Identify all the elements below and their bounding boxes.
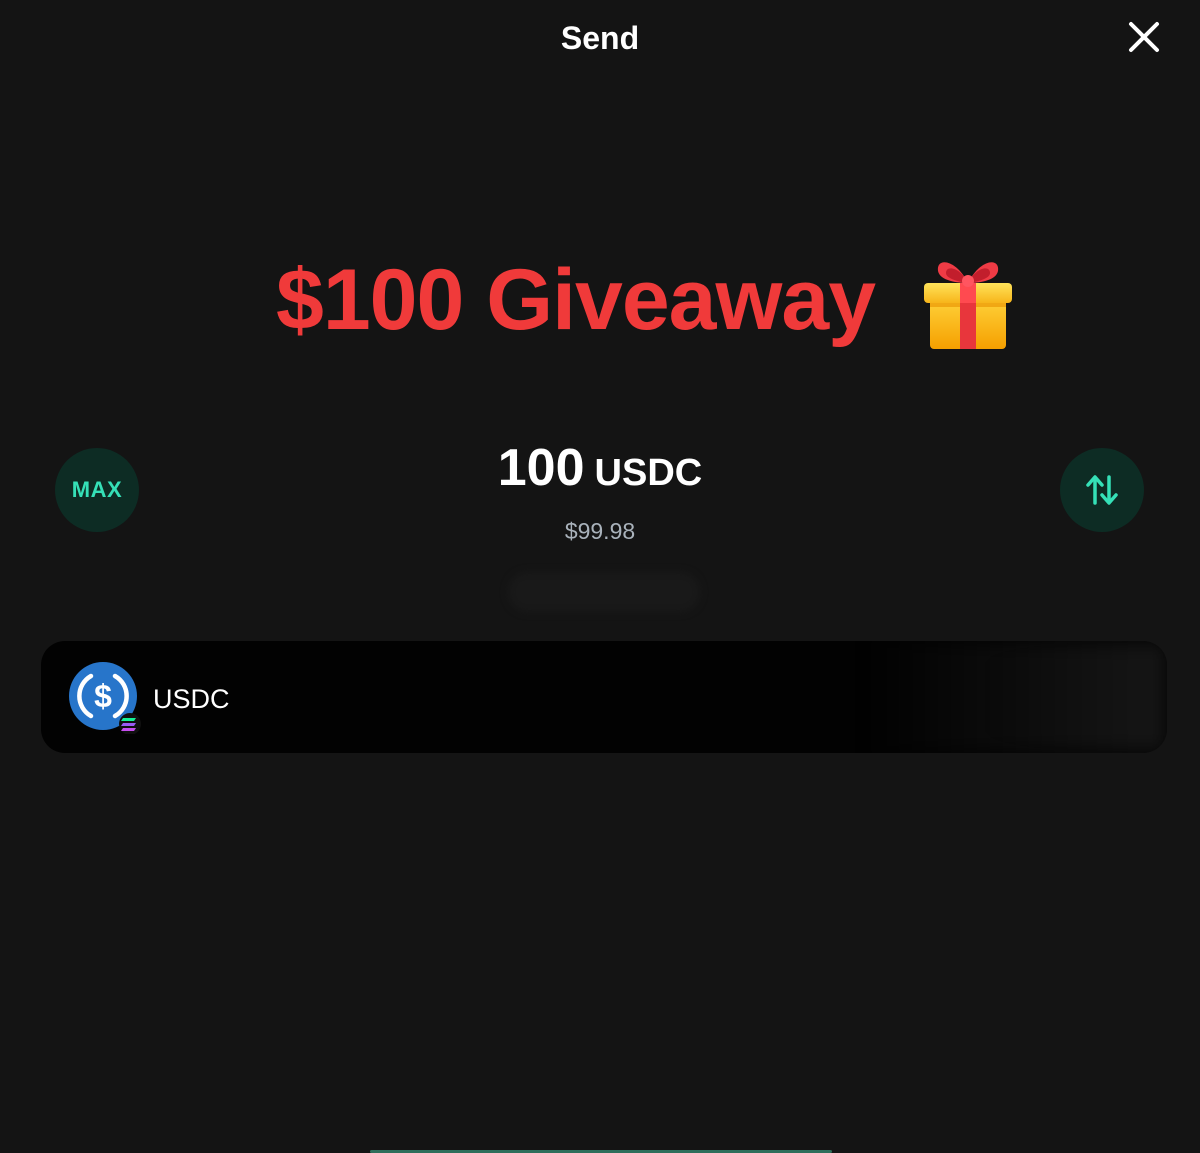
close-button[interactable] [1122,18,1166,58]
giveaway-banner: $100 Giveaway [270,245,1030,355]
svg-text:$: $ [94,678,112,714]
solana-badge-icon [119,713,141,734]
blurred-balance-area [867,641,1167,753]
giveaway-text: $100 Giveaway [276,252,876,348]
swap-currency-button[interactable] [1060,448,1144,532]
amount-display[interactable]: 100 USDC [0,438,1200,498]
page-title: Send [560,20,640,56]
amount-value: 100 [497,439,585,497]
swap-arrows-icon [1086,475,1118,505]
send-screen: Send $100 Giveaway MAX 100 USDC $99.98 $… [0,0,1200,1153]
fiat-value: $99.98 [564,518,636,544]
gift-icon [924,262,1012,349]
token-selector[interactable]: $ USDC [41,641,1167,753]
token-name: USDC [153,684,230,714]
blurred-balance-pill [508,572,700,612]
close-icon [1129,22,1159,52]
usdc-icon: $ [69,662,141,734]
amount-unit: USDC [594,452,703,494]
